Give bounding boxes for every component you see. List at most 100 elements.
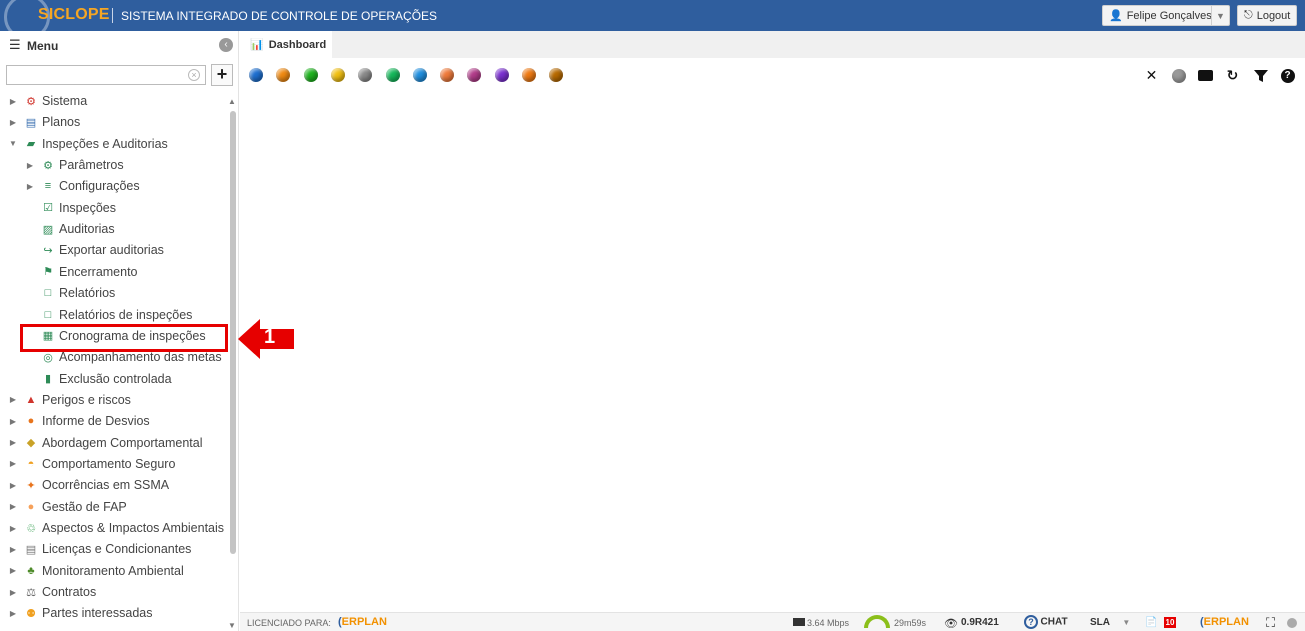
sidebar-item[interactable]: ▶ ≡ Configurações [25,176,140,196]
scale-icon: ⚖ [26,586,36,599]
caret-right-icon[interactable]: ▶ [25,161,35,170]
status-footer: LICENCIADO PARA: (ERPLAN 3.64 Mbps 29m59… [240,612,1305,631]
status-ball-icon[interactable] [440,68,455,82]
help-icon[interactable]: ? [1280,68,1295,83]
status-ball-icon[interactable] [276,68,291,82]
filter-icon[interactable] [1253,68,1268,83]
gray-status-icon[interactable] [1171,68,1186,83]
status-ball-icon[interactable] [494,68,509,82]
status-ball-icon[interactable] [412,68,427,82]
sidebar-item-label: Informe de Desvios [42,414,150,429]
sidebar-item[interactable]: ▶ ◆ Abordagem Comportamental [8,433,203,453]
caret-right-icon[interactable]: ▶ [8,459,18,468]
caret-right-icon[interactable]: ▶ [8,438,18,447]
erplan-logo-left[interactable]: (ERPLAN [338,616,387,628]
sla-selector[interactable]: SLA ▼ [1090,617,1130,628]
status-dot-icon [1287,618,1297,628]
scroll-up-arrow[interactable]: ▲ [228,97,236,106]
eye-icon: 👁 [944,618,958,630]
sidebar-item-label: Ocorrências em SSMA [42,478,170,493]
caret-right-icon[interactable]: ▶ [8,566,18,575]
menu-search-input[interactable] [6,65,206,85]
chat-button[interactable]: ? CHAT [1024,615,1068,629]
caret-right-icon[interactable]: ▶ [8,395,18,404]
fullscreen-icon[interactable]: ⛶ [1266,615,1275,631]
notification-badge[interactable]: 10 [1164,617,1176,628]
version: 0.9R421 [961,617,999,628]
sidebar-item[interactable]: ▶ ♲ Aspectos & Impactos Ambientais [8,518,224,538]
sidebar-item-label: Gestão de FAP [42,499,127,514]
sidebar-item[interactable]: ▶ ✦ Ocorrências em SSMA [8,475,169,495]
caret-down-icon[interactable]: ▼ [8,139,18,148]
caret-right-icon[interactable]: ▶ [8,481,18,490]
caret-right-icon[interactable]: ▶ [25,182,35,191]
diamond-icon: ◆ [26,437,36,450]
sidebar-item-label: Abordagem Comportamental [42,435,203,450]
caret-right-icon[interactable]: ▶ [8,588,18,597]
refresh-icon[interactable]: ↻ [1225,67,1240,83]
sidebar-item[interactable]: ▶ ♣ Monitoramento Ambiental [8,561,184,581]
chevron-down-icon[interactable]: ▼ [1211,6,1229,25]
sidebar-item[interactable]: ▶ ⚖ Contratos [8,582,96,602]
sidebar-item[interactable]: ▶ ● Gestão de FAP [8,497,127,517]
sidebar-item[interactable]: ▨ Auditorias [25,219,115,239]
status-ball-icon[interactable] [549,68,564,82]
hamburger-icon[interactable]: ☰ [9,38,21,51]
bar-chart-icon: 📊 [250,39,264,51]
sidebar-item[interactable]: □ Relatórios de inspeções [25,305,193,325]
status-ball-icon[interactable] [522,68,536,82]
sidebar-item[interactable]: ▶ ⚙ Parâmetros [25,155,124,175]
sidebar-item[interactable]: ⚑ Encerramento [25,262,137,282]
status-ball-icon[interactable] [358,68,373,82]
audit-icon: ▨ [42,223,54,236]
sidebar-item[interactable]: ▶ ● Informe de Desvios [8,411,150,431]
sidebar-item[interactable]: ▶ ▤ Planos [8,112,80,132]
sidebar-item-label: Sistema [42,94,88,108]
status-ball-icon[interactable] [330,68,345,82]
caret-right-icon[interactable]: ▶ [8,118,18,127]
status-ball-icon[interactable] [303,68,318,82]
tab-dashboard-label: Dashboard [268,38,327,51]
caret-right-icon[interactable]: ▶ [8,417,18,426]
erplan-right-text: ERPLAN [1203,616,1249,628]
sidebar-item[interactable]: ▶ ⚉ Partes interessadas [8,603,153,623]
sidebar-item[interactable]: ▶ ▲ Perigos e riscos [8,390,131,410]
caret-right-icon[interactable]: ▶ [8,97,18,106]
sidebar-item[interactable]: ▮ Exclusão controlada [25,369,172,389]
caret-right-icon[interactable]: ▶ [8,502,18,511]
logout-button[interactable]: ⎋ Logout [1237,5,1297,26]
plan-icon: ▤ [25,116,37,129]
menu-title: Menu [27,39,59,53]
sidebar-item[interactable]: ▶ ⚙ Sistema [8,91,87,111]
clear-search-icon[interactable]: × [188,69,200,81]
license-icon: ▤ [25,543,37,556]
scroll-down-arrow[interactable]: ▼ [228,621,236,630]
app-logo[interactable]: SICLOPE [38,6,110,24]
document-icon[interactable]: 📄 [1145,617,1157,628]
sidebar-item[interactable]: □ Relatórios [25,283,116,303]
status-ball-icon[interactable] [467,68,482,82]
erplan-logo-right[interactable]: (ERPLAN [1200,616,1249,628]
status-ball-icon[interactable] [249,68,263,82]
trash-icon: ▮ [44,373,52,386]
caret-right-icon[interactable]: ▶ [8,545,18,554]
sidebar-item[interactable]: ▶ ◓ Comportamento Seguro [8,454,175,474]
close-icon[interactable]: ✕ [1144,67,1159,83]
sidebar-item-label: Exclusão controlada [59,371,172,386]
logo-separator [112,8,113,23]
tab-dashboard[interactable]: 📊 Dashboard [240,31,332,58]
sidebar-item-label: Auditorias [59,222,115,237]
sidebar-item[interactable]: ▶ ▤ Licenças e Condicionantes [8,539,191,559]
erplan-left-text: ERPLAN [341,616,387,628]
collapse-sidebar-icon[interactable]: ‹ [219,38,233,52]
sidebar-item[interactable]: ↪ Exportar auditorias [25,240,164,260]
sidebar-item[interactable]: ☑ Inspeções [25,198,116,218]
caret-right-icon[interactable]: ▶ [8,609,18,618]
sidebar-item[interactable]: ▼ ▰ Inspeções e Auditorias [8,134,168,154]
folder-icon: ▰ [26,138,36,151]
add-button[interactable]: + [211,64,233,86]
monitor-icon[interactable] [1198,68,1213,83]
caret-right-icon[interactable]: ▶ [8,524,18,533]
status-ball-icon[interactable] [385,68,400,82]
user-menu-button[interactable]: 👤 Felipe Gonçalves ▼ [1102,5,1230,26]
